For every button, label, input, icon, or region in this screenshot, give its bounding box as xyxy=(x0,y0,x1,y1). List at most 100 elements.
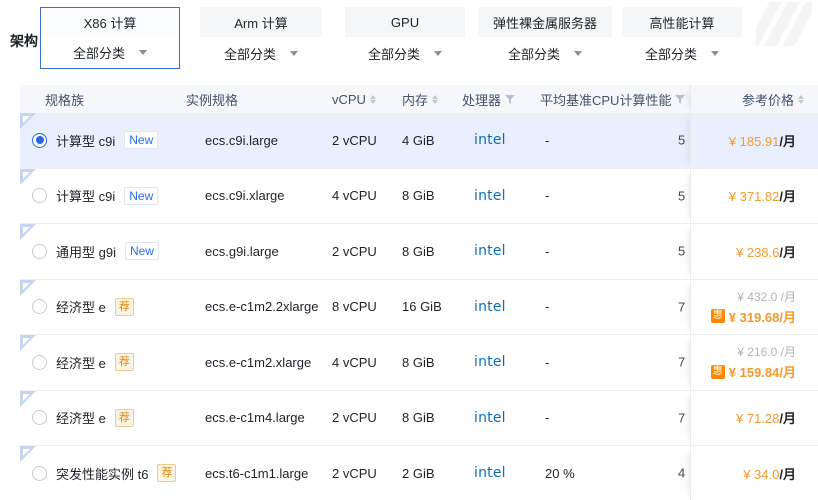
tab-hpc-category-dropdown[interactable]: 全部分类 xyxy=(622,37,742,69)
processor-cell: intel xyxy=(462,465,540,481)
tab-baremetal-category-dropdown[interactable]: 全部分类 xyxy=(478,37,612,69)
performance-cell: - xyxy=(545,354,550,370)
table-row[interactable]: 突发性能实例 t6 荐 ecs.t6-c1m1.large 2 vCPU 2 G… xyxy=(20,446,818,500)
row-radio[interactable] xyxy=(32,243,47,259)
processor-cell: intel xyxy=(462,299,540,315)
col-header-price: 参考价格 xyxy=(690,85,818,113)
filter-icon[interactable] xyxy=(505,94,516,104)
chevron-down-icon xyxy=(139,50,147,56)
row-radio[interactable] xyxy=(32,299,47,315)
filter-icon[interactable] xyxy=(675,94,686,104)
vcpu-cell: 2 vCPU xyxy=(332,410,377,426)
processor-cell: intel xyxy=(462,410,540,426)
promo-price-line: 惠 ¥ 159.84/月 xyxy=(710,364,796,381)
chevron-down-icon xyxy=(711,50,719,56)
spec-cell: ecs.e-c1m2.2xlarge xyxy=(205,299,319,315)
clipped-column-value: 7 xyxy=(678,410,686,426)
table-row[interactable]: 经济型 e 荐 ecs.e-c1m4.large 2 vCPU 8 GiB in… xyxy=(20,390,818,446)
clipped-column-value: 4 xyxy=(678,465,686,481)
recommend-badge: 荐 xyxy=(114,297,134,316)
tab-x86[interactable]: X86 计算 全部分类 xyxy=(40,7,180,69)
performance-cell: - xyxy=(545,410,550,426)
promo-price-line: 惠 ¥ 319.68/月 xyxy=(710,309,796,325)
vcpu-cell: 2 vCPU xyxy=(332,243,377,259)
processor-cell: intel xyxy=(462,188,540,204)
watermark xyxy=(756,2,812,46)
tab-gpu-category-dropdown[interactable]: 全部分类 xyxy=(345,37,465,69)
performance-cell: - xyxy=(545,188,550,204)
tab-arm-title[interactable]: Arm 计算 xyxy=(200,7,322,37)
row-radio[interactable] xyxy=(32,410,47,426)
clipped-column-value: 5 xyxy=(678,188,686,204)
spec-cell: ecs.g9i.large xyxy=(205,243,279,259)
new-badge: New xyxy=(124,186,159,205)
tab-hpc[interactable]: 高性能计算 全部分类 xyxy=(622,7,742,69)
chevron-down-icon xyxy=(574,50,582,56)
col-header-memory: 内存 xyxy=(402,90,462,109)
vcpu-cell: 2 vCPU xyxy=(332,132,377,148)
intel-logo: intel xyxy=(474,132,506,149)
price-cell: ¥ 71.28/月 xyxy=(690,390,818,445)
intel-logo: intel xyxy=(474,409,506,426)
intel-logo: intel xyxy=(474,465,506,482)
discount-badge: 惠 xyxy=(710,364,725,379)
tab-hpc-title[interactable]: 高性能计算 xyxy=(622,7,742,37)
tab-x86-category-dropdown[interactable]: 全部分类 xyxy=(41,37,179,68)
recommend-badge: 荐 xyxy=(114,408,134,427)
tab-gpu-title[interactable]: GPU xyxy=(345,7,465,37)
tab-arm[interactable]: Arm 计算 全部分类 xyxy=(200,7,322,69)
sort-icon[interactable] xyxy=(369,94,376,104)
performance-cell: 20 % xyxy=(545,465,575,481)
dropdown-value: 全部分类 xyxy=(72,46,125,62)
intel-logo: intel xyxy=(474,187,506,204)
dropdown-value: 全部分类 xyxy=(223,46,276,62)
intel-logo: intel xyxy=(474,354,506,371)
family-cell: 计算型 c9i New xyxy=(20,186,186,205)
memory-cell: 2 GiB xyxy=(402,465,435,481)
row-radio[interactable] xyxy=(32,188,47,204)
col-header-vcpu: vCPU xyxy=(332,92,402,107)
tab-baremetal[interactable]: 弹性裸金属服务器 全部分类 xyxy=(478,7,612,69)
table-row[interactable]: 经济型 e 荐 ecs.e-c1m2.2xlarge 8 vCPU 16 GiB… xyxy=(20,279,818,335)
intel-logo: intel xyxy=(474,298,506,315)
spec-cell: ecs.e-c1m4.large xyxy=(205,410,305,426)
table-row[interactable]: 经济型 e 荐 ecs.e-c1m2.xlarge 4 vCPU 8 GiB i… xyxy=(20,335,818,391)
col-header-performance: 平均基准CPU计算性能 xyxy=(540,90,690,109)
processor-cell: intel xyxy=(462,243,540,259)
sort-icon[interactable] xyxy=(432,94,439,104)
clipped-column-value: 7 xyxy=(678,354,686,370)
dropdown-value: 全部分类 xyxy=(644,46,697,62)
row-radio[interactable] xyxy=(32,465,47,481)
family-cell: 突发性能实例 t6 荐 xyxy=(20,464,186,483)
performance-cell: - xyxy=(545,132,550,148)
price-cell: ¥ 34.0/月 xyxy=(690,446,818,500)
vcpu-cell: 4 vCPU xyxy=(332,354,377,370)
original-price: ¥ 216.0 /月 xyxy=(737,345,796,360)
tab-x86-title[interactable]: X86 计算 xyxy=(41,8,179,38)
spec-cell: ecs.e-c1m2.xlarge xyxy=(205,354,312,370)
table-body: 计算型 c9i New ecs.c9i.large 2 vCPU 4 GiB i… xyxy=(20,113,818,500)
tab-arm-category-dropdown[interactable]: 全部分类 xyxy=(200,37,322,69)
processor-cell: intel xyxy=(462,132,540,148)
table-row[interactable]: 计算型 c9i New ecs.c9i.xlarge 4 vCPU 8 GiB … xyxy=(20,168,818,224)
tab-baremetal-title[interactable]: 弹性裸金属服务器 xyxy=(478,7,612,37)
price-cell: ¥ 432.0 /月 惠 ¥ 319.68/月 xyxy=(690,279,818,334)
clipped-column-value: 5 xyxy=(678,132,686,148)
price-cell: ¥ 185.91/月 xyxy=(690,113,818,168)
vcpu-cell: 2 vCPU xyxy=(332,465,377,481)
row-radio[interactable] xyxy=(32,132,47,148)
new-badge: New xyxy=(124,131,159,150)
clipped-column-value: 5 xyxy=(678,243,686,259)
performance-cell: - xyxy=(545,243,550,259)
recommend-badge: 荐 xyxy=(114,353,134,372)
price-cell: ¥ 238.6/月 xyxy=(690,224,818,279)
tab-gpu[interactable]: GPU 全部分类 xyxy=(345,7,465,69)
row-radio[interactable] xyxy=(32,354,47,370)
table-row[interactable]: 通用型 g9i New ecs.g9i.large 2 vCPU 8 GiB i… xyxy=(20,224,818,280)
dropdown-value: 全部分类 xyxy=(367,46,420,62)
table-row[interactable]: 计算型 c9i New ecs.c9i.large 2 vCPU 4 GiB i… xyxy=(20,113,818,169)
sort-icon[interactable] xyxy=(798,94,804,104)
chevron-down-icon xyxy=(290,50,298,56)
family-cell: 经济型 e 荐 xyxy=(20,297,186,316)
spec-cell: ecs.c9i.large xyxy=(205,132,278,148)
